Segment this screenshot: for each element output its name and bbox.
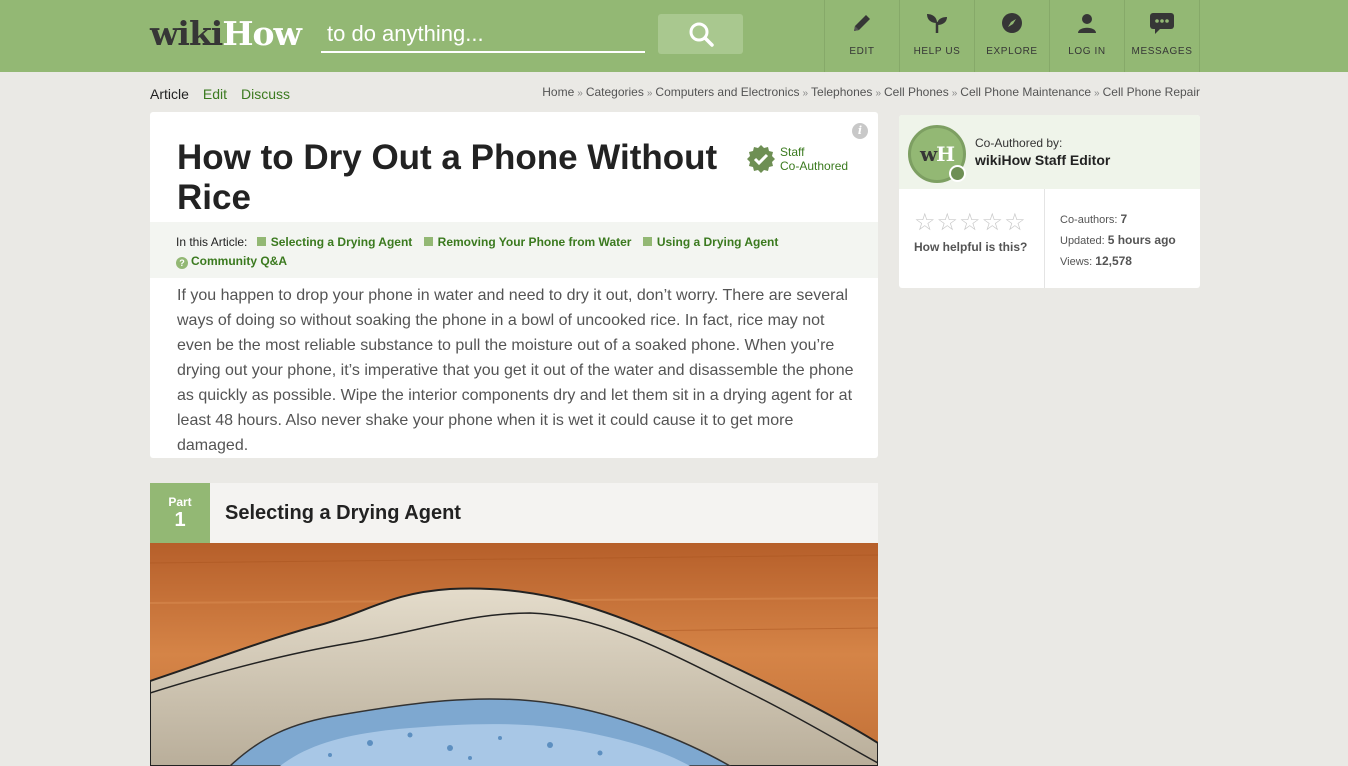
breadcrumb-categories[interactable]: Categories bbox=[586, 85, 644, 99]
breadcrumb-home[interactable]: Home bbox=[542, 85, 574, 99]
nav-explore-label: EXPLORE bbox=[986, 46, 1038, 57]
breadcrumb-telephones[interactable]: Telephones bbox=[811, 85, 872, 99]
nav-help-us-label: HELP US bbox=[913, 46, 961, 57]
part-number-box: Part 1 bbox=[150, 483, 210, 543]
nav-messages-label: MESSAGES bbox=[1131, 46, 1193, 57]
views-count: 12,578 bbox=[1095, 254, 1132, 268]
toc-link-text: Using a Drying Agent bbox=[656, 235, 779, 249]
breadcrumb-separator: » bbox=[646, 88, 653, 99]
part-header: Part 1 Selecting a Drying Agent bbox=[150, 483, 878, 543]
toc-link-using[interactable]: Using a Drying Agent bbox=[642, 235, 779, 249]
star-icon[interactable]: ☆ bbox=[914, 211, 936, 235]
compass-icon bbox=[999, 10, 1025, 36]
breadcrumb-cell-phones[interactable]: Cell Phones bbox=[884, 85, 949, 99]
breadcrumb-separator: » bbox=[577, 88, 583, 99]
sidebar-divider bbox=[1044, 189, 1045, 288]
tab-edit[interactable]: Edit bbox=[203, 86, 227, 102]
toc-link-text: Community Q&A bbox=[191, 254, 287, 268]
user-icon bbox=[1074, 10, 1100, 36]
star-icon[interactable]: ☆ bbox=[982, 211, 1004, 235]
page-title: How to Dry Out a Phone Without Rice bbox=[177, 138, 718, 217]
updated-stat: Updated: 5 hours ago bbox=[1060, 233, 1176, 247]
toc-link-community-qa[interactable]: ? Community Q&A bbox=[176, 254, 287, 269]
views-stat: Views: 12,578 bbox=[1060, 254, 1132, 268]
search-icon bbox=[689, 22, 714, 47]
coauthor-panel: wH Co-Authored by: wikiHow Staff Editor bbox=[899, 115, 1200, 189]
nav-edit-label: EDIT bbox=[849, 46, 875, 57]
header-nav: EDIT HELP US EXPLORE LOG IN MESSAGES bbox=[824, 0, 1200, 72]
coauthor-name[interactable]: wikiHow Staff Editor bbox=[975, 152, 1110, 168]
breadcrumb-separator: » bbox=[875, 88, 881, 99]
author-sidebar: wH Co-Authored by: wikiHow Staff Editor … bbox=[899, 115, 1200, 288]
search-button[interactable] bbox=[658, 14, 743, 54]
step-illustration[interactable] bbox=[150, 543, 878, 766]
star-icon[interactable]: ☆ bbox=[1004, 211, 1026, 235]
info-icon[interactable]: i bbox=[852, 123, 868, 139]
coauthors-count: 7 bbox=[1120, 212, 1128, 226]
verified-badge-icon bbox=[747, 145, 775, 173]
verified-check-icon bbox=[949, 165, 966, 182]
part-title: Selecting a Drying Agent bbox=[225, 502, 461, 524]
coauthors-label: Co-authors: bbox=[1060, 214, 1118, 226]
tab-article[interactable]: Article bbox=[150, 86, 189, 102]
logo-wiki-text: wiki bbox=[150, 14, 223, 53]
avatar-initials: wH bbox=[919, 142, 955, 166]
toc-bullet-icon bbox=[423, 237, 433, 246]
helpful-prompt: How helpful is this? bbox=[914, 240, 1028, 254]
star-icon[interactable]: ☆ bbox=[959, 211, 981, 235]
article-card: i How to Dry Out a Phone Without Rice St… bbox=[150, 112, 878, 458]
badge-line-staff: Staff bbox=[780, 145, 805, 159]
tab-discuss[interactable]: Discuss bbox=[241, 86, 290, 102]
toc-bullet-icon bbox=[642, 237, 652, 246]
breadcrumb-separator: » bbox=[802, 88, 809, 99]
updated-label: Updated: bbox=[1060, 235, 1105, 247]
toc-link-text: Removing Your Phone from Water bbox=[437, 235, 632, 249]
chat-icon bbox=[1149, 10, 1175, 36]
pencil-icon bbox=[849, 10, 875, 36]
breadcrumb-separator: » bbox=[951, 88, 958, 99]
article-tabs: Article Edit Discuss bbox=[150, 86, 290, 102]
toc-link-selecting[interactable]: Selecting a Drying Agent bbox=[256, 235, 413, 249]
star-icon[interactable]: ☆ bbox=[937, 211, 959, 235]
staff-coauthored-badge[interactable]: Staff Co-Authored bbox=[746, 144, 848, 174]
part-number: 1 bbox=[174, 509, 186, 531]
toc-link-text: Selecting a Drying Agent bbox=[270, 235, 413, 249]
nav-log-in-label: LOG IN bbox=[1068, 46, 1106, 57]
updated-value: 5 hours ago bbox=[1107, 233, 1176, 247]
logo-how-text: How bbox=[222, 14, 302, 53]
breadcrumb-maintenance[interactable]: Cell Phone Maintenance bbox=[960, 85, 1091, 99]
nav-messages[interactable]: MESSAGES bbox=[1125, 0, 1200, 72]
coauthors-stat: Co-authors: 7 bbox=[1060, 212, 1127, 226]
sprout-icon bbox=[924, 10, 950, 36]
avatar-initial-w: w bbox=[919, 142, 937, 166]
nav-log-in[interactable]: LOG IN bbox=[1050, 0, 1125, 72]
toc-bullet-icon bbox=[256, 237, 266, 246]
coauthored-label: Co-Authored by: bbox=[975, 136, 1063, 150]
breadcrumb-separator: » bbox=[1094, 88, 1100, 99]
breadcrumb-repair[interactable]: Cell Phone Repair bbox=[1103, 85, 1200, 99]
article-intro: If you happen to drop your phone in wate… bbox=[177, 287, 854, 454]
part-word: Part bbox=[168, 495, 192, 509]
breadcrumb-computers[interactable]: Computers and Electronics bbox=[655, 85, 799, 99]
views-label: Views: bbox=[1060, 256, 1093, 268]
table-of-contents: In this Article: Selecting a Drying Agen… bbox=[150, 222, 878, 278]
question-icon: ? bbox=[176, 257, 188, 269]
star-rating: ☆ ☆ ☆ ☆ ☆ bbox=[914, 211, 1026, 235]
badge-line-coauthored: Co-Authored bbox=[780, 159, 849, 173]
toc-label: In this Article: bbox=[176, 235, 248, 249]
avatar-initial-h: H bbox=[936, 142, 955, 166]
nav-explore[interactable]: EXPLORE bbox=[975, 0, 1050, 72]
nav-edit[interactable]: EDIT bbox=[825, 0, 900, 72]
toc-link-removing[interactable]: Removing Your Phone from Water bbox=[423, 235, 632, 249]
wikihow-logo[interactable]: wikiHow bbox=[150, 14, 302, 54]
search-input[interactable] bbox=[321, 17, 645, 53]
part-section: Part 1 Selecting a Drying Agent bbox=[150, 483, 878, 766]
site-header: wikiHow EDIT HELP US EXPLORE bbox=[0, 0, 1348, 72]
nav-help-us[interactable]: HELP US bbox=[900, 0, 975, 72]
breadcrumb: Home» Categories» Computers and Electronic… bbox=[542, 85, 1200, 99]
